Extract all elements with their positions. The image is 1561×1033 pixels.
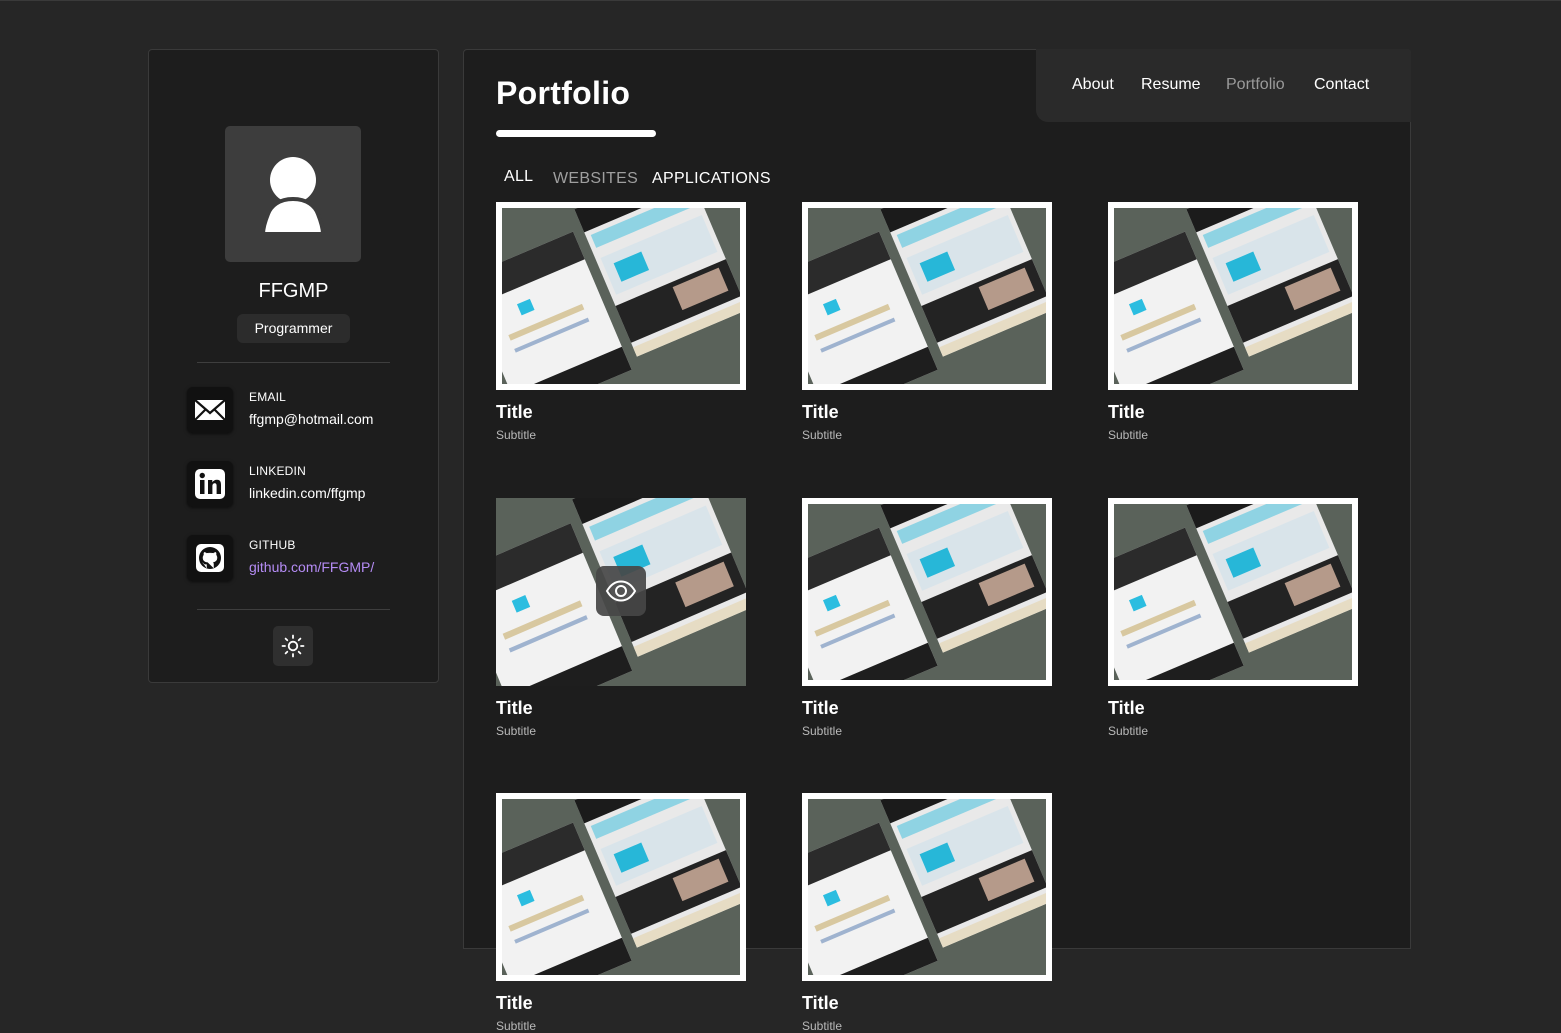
- contact-label: EMAIL: [249, 390, 287, 404]
- project-image: [1114, 504, 1352, 680]
- project-title: Title: [496, 993, 533, 1013]
- user-icon: [260, 157, 326, 236]
- github-icon: [187, 535, 233, 581]
- page-title: Portfolio: [496, 75, 631, 111]
- eye-icon[interactable]: [596, 566, 646, 616]
- contact-linkedin: LINKEDIN linkedin.com/ffgmp: [187, 461, 427, 509]
- nav-portfolio[interactable]: Portfolio: [1226, 76, 1285, 94]
- role-badge: Programmer: [237, 314, 350, 343]
- avatar: [225, 126, 361, 262]
- project-title: Title: [496, 698, 533, 718]
- project-card[interactable]: Title Subtitle: [802, 793, 1052, 1033]
- filter-all[interactable]: ALL: [504, 168, 533, 186]
- main-panel: About Resume Portfolio Contact Portfolio…: [463, 49, 1411, 1033]
- linkedin-link[interactable]: linkedin.com/ffgmp: [249, 485, 365, 501]
- sun-icon: [281, 634, 305, 658]
- top-border: [0, 0, 1561, 1]
- contact-github: GITHUB github.com/FFGMP/: [187, 535, 427, 583]
- project-title: Title: [802, 402, 839, 422]
- project-card[interactable]: Title Subtitle: [1108, 498, 1358, 738]
- nav-contact[interactable]: Contact: [1314, 76, 1369, 94]
- project-thumbnail[interactable]: [1108, 202, 1358, 390]
- sidebar-divider: [197, 609, 390, 610]
- contact-label: GITHUB: [249, 538, 296, 552]
- project-card[interactable]: Title Subtitle: [496, 498, 746, 738]
- project-card[interactable]: Title Subtitle: [802, 202, 1052, 442]
- sidebar-divider: [197, 362, 390, 363]
- project-thumbnail[interactable]: [802, 202, 1052, 390]
- project-title: Title: [802, 993, 839, 1013]
- profile-name: FFGMP: [258, 280, 329, 302]
- project-thumbnail[interactable]: [496, 202, 746, 390]
- project-title: Title: [496, 402, 533, 422]
- theme-toggle-button[interactable]: [273, 626, 313, 666]
- project-subtitle: Subtitle: [1108, 428, 1149, 442]
- project-thumbnail[interactable]: [496, 793, 746, 981]
- title-underline: [496, 130, 656, 137]
- project-image: [1114, 208, 1352, 384]
- filter-websites[interactable]: WEBSITES: [553, 170, 638, 188]
- project-thumbnail[interactable]: [802, 498, 1052, 686]
- top-navbar: About Resume Portfolio Contact: [1036, 49, 1411, 122]
- profile-sidebar: FFGMP Programmer EMAIL ffgmp@hotmail.com…: [148, 49, 439, 683]
- project-subtitle: Subtitle: [496, 1019, 537, 1033]
- mail-icon: [187, 387, 233, 433]
- project-card[interactable]: Title Subtitle: [1108, 202, 1358, 442]
- project-subtitle: Subtitle: [1108, 724, 1149, 738]
- project-subtitle: Subtitle: [802, 1019, 843, 1033]
- github-link[interactable]: github.com/FFGMP/: [249, 559, 374, 575]
- project-thumbnail[interactable]: [802, 793, 1052, 981]
- project-subtitle: Subtitle: [802, 724, 843, 738]
- project-subtitle: Subtitle: [496, 724, 537, 738]
- project-card[interactable]: Title Subtitle: [496, 793, 746, 1033]
- project-title: Title: [1108, 698, 1145, 718]
- project-image: [502, 208, 740, 384]
- project-image: [502, 799, 740, 975]
- email-link[interactable]: ffgmp@hotmail.com: [249, 411, 373, 427]
- project-thumbnail[interactable]: [1108, 498, 1358, 686]
- nav-about[interactable]: About: [1072, 76, 1114, 94]
- project-title: Title: [802, 698, 839, 718]
- project-subtitle: Subtitle: [496, 428, 537, 442]
- project-title: Title: [1108, 402, 1145, 422]
- project-image: [808, 504, 1046, 680]
- contact-email: EMAIL ffgmp@hotmail.com: [187, 387, 427, 435]
- project-subtitle: Subtitle: [802, 428, 843, 442]
- project-card[interactable]: Title Subtitle: [496, 202, 746, 442]
- project-thumbnail[interactable]: [496, 498, 746, 686]
- project-card[interactable]: Title Subtitle: [802, 498, 1052, 738]
- contact-label: LINKEDIN: [249, 464, 306, 478]
- nav-resume[interactable]: Resume: [1141, 76, 1201, 94]
- project-image: [808, 208, 1046, 384]
- project-image: [808, 799, 1046, 975]
- linkedin-icon: [187, 461, 233, 507]
- filter-applications[interactable]: APPLICATIONS: [652, 170, 771, 188]
